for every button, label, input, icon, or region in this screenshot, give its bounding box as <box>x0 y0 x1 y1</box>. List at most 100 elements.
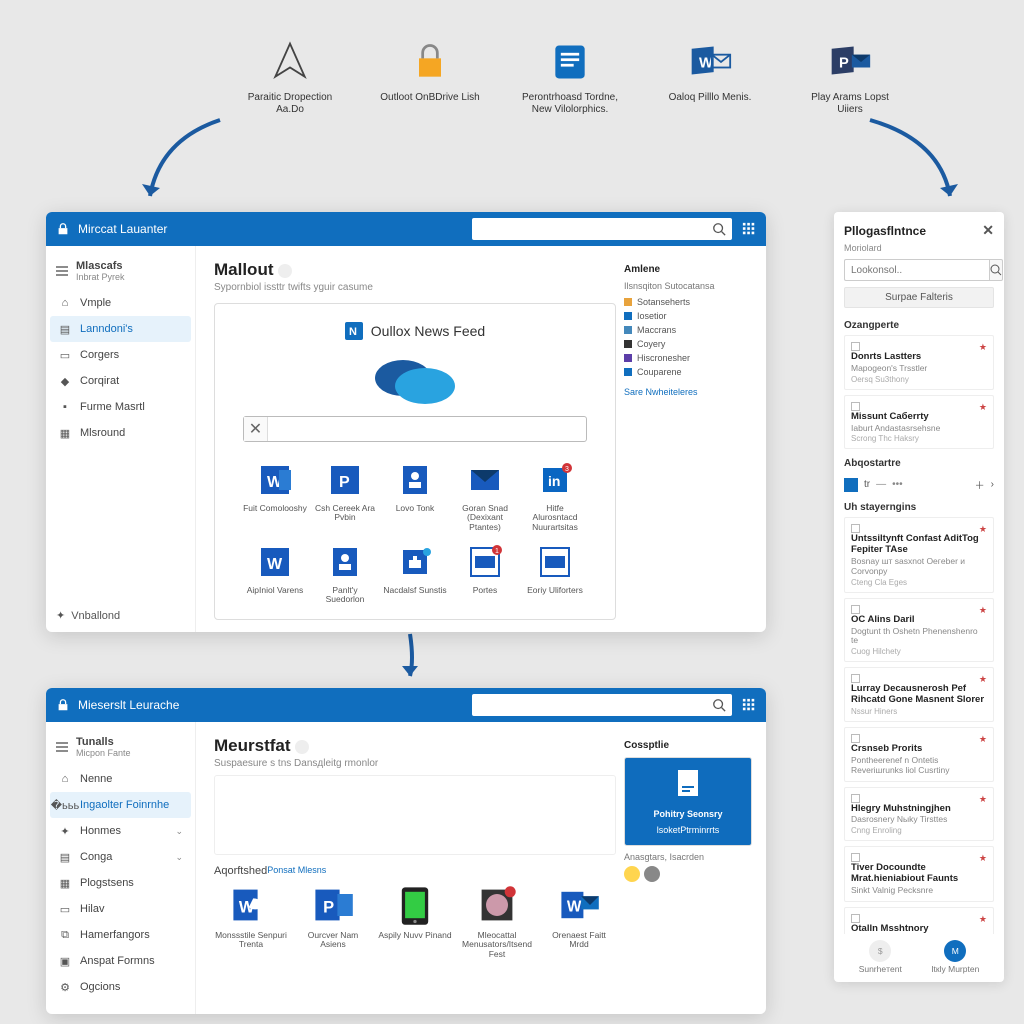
tile[interactable]: in3Hitfe Alurosntacd Nuurartsitas <box>523 460 587 532</box>
panel-row[interactable]: ★Missunt CaбеrrtyIaburt AndastasrsehsneS… <box>844 395 994 450</box>
top-icon-send[interactable]: Paraitic Dropection Aa.Do <box>240 40 340 116</box>
star-icon[interactable]: ★ <box>979 794 987 805</box>
aside-link[interactable]: Sare Nwheiteleres <box>624 387 752 397</box>
tile[interactable]: Lovo Tonk <box>383 460 447 532</box>
aside-panel: Amlene Ilsnsqiton Sutocatansa Sotansehеr… <box>616 260 766 618</box>
tile[interactable]: WAipIniol Varens <box>243 542 307 605</box>
star-icon[interactable]: ★ <box>979 402 987 413</box>
tool-plus-icon[interactable]: ＋ <box>975 477 985 492</box>
sidebar-item[interactable]: ⌂Vmple <box>50 290 191 316</box>
panel-row[interactable]: ★Otalln MsshtnoryOby Mi siCazrnomемShak … <box>844 907 994 934</box>
aside-card[interactable]: Pohitry Seonsry lsoketPtrminrrts <box>624 757 752 846</box>
panel-row[interactable]: ★Tiver Docoundte Mrat.hieniаbiout Faunts… <box>844 846 994 902</box>
aside-item[interactable]: Hiscroneshеr <box>624 351 752 365</box>
titlebar-search[interactable] <box>472 218 732 240</box>
star-icon[interactable]: ★ <box>979 342 987 353</box>
sidebar-item[interactable]: ⌂Nenne <box>50 766 191 792</box>
aside-item[interactable]: Массrans <box>624 323 752 337</box>
sidebar-item[interactable]: ▣Anspat Formns <box>50 948 191 974</box>
star-icon[interactable]: ★ <box>979 605 987 616</box>
tile[interactable]: 1Portes <box>453 542 517 605</box>
sidebar-item[interactable]: ▭Hilav <box>50 896 191 922</box>
checkbox[interactable] <box>851 853 860 862</box>
checkbox[interactable] <box>851 524 860 533</box>
checkbox[interactable] <box>851 402 860 411</box>
sidebar-bottom-label: Vnballond <box>71 610 120 622</box>
checkbox[interactable] <box>851 794 860 803</box>
panel-filter-pill[interactable]: Surpae Falteris <box>844 287 994 308</box>
panel-row[interactable]: ★Untssiltynft Сonfast AditTog Fepiter TA… <box>844 517 994 592</box>
star-icon[interactable]: ★ <box>979 674 987 685</box>
app-tile[interactable]: Mleocattal Menusators/Itsend Fest <box>460 883 534 959</box>
checkbox[interactable] <box>851 674 860 683</box>
top-icon-word[interactable]: W Oaloq Pilllo Menis. <box>660 40 760 116</box>
app-label: Orenaest Faitt Mrdd <box>542 931 616 950</box>
waffle-icon[interactable] <box>742 698 756 712</box>
checkbox[interactable] <box>851 734 860 743</box>
close-icon[interactable]: ✕ <box>982 222 994 239</box>
row-desc: Pontheerenef n Оntetis Reverішrunks liol… <box>851 756 987 776</box>
sidebar-bottom-item[interactable]: ✦Vnballond <box>56 609 120 622</box>
footer-button-b[interactable]: MItкlу Мurpten <box>931 940 979 974</box>
footer-button-a[interactable]: $Sunrheтent <box>859 940 902 974</box>
tool-sq-icon[interactable] <box>844 478 858 492</box>
sidebar-item[interactable]: ⧉Hamerfangors <box>50 922 191 948</box>
checkbox[interactable] <box>851 342 860 351</box>
titlebar-search[interactable] <box>472 694 732 716</box>
star-icon[interactable]: ★ <box>979 734 987 745</box>
star-icon[interactable]: ★ <box>979 914 987 925</box>
tile[interactable]: Eoriy Uliforters <box>523 542 587 605</box>
app-tile[interactable]: POurcver Nam Asiens <box>296 883 370 959</box>
top-icon-pub[interactable]: P Play Arams Lopst Uiiers <box>800 40 900 116</box>
aside-item[interactable]: Iosetior <box>624 309 752 323</box>
aside-item[interactable]: Couparene <box>624 365 752 379</box>
sidebar-item[interactable]: ◆Corqirat <box>50 368 191 394</box>
sidebar-header-title: Mlascafs <box>76 260 122 272</box>
tile[interactable]: PCsh Cereek Ara Pvbin <box>313 460 377 532</box>
sidebar-item[interactable]: ▤Conga⌄ <box>50 844 191 870</box>
tile[interactable]: WFuit Comolooshy <box>243 460 307 532</box>
sidebar-item[interactable]: ▦Mlsround <box>50 420 191 446</box>
waffle-icon[interactable] <box>742 222 756 236</box>
panel-search-input[interactable] <box>844 259 989 281</box>
publisher-mail-icon: P <box>828 40 872 84</box>
tile-icon <box>535 542 575 582</box>
panel-row[interactable]: ★Lurray Decausnerosh Pef Rihcatd Gonе Ma… <box>844 667 994 722</box>
sidebar-item[interactable]: �ьььIngaolter Foinrnhe <box>50 792 191 818</box>
sidebar-item-label: Mlsround <box>80 427 125 439</box>
top-icon-lock[interactable]: Outloot OnBDrive Lish <box>380 40 480 116</box>
top-icon-label: Paraitic Dropection Aa.Do <box>240 92 340 116</box>
clear-icon[interactable]: ✕ <box>244 417 268 441</box>
sidebar-item[interactable]: ▭Corgers <box>50 342 191 368</box>
panel-row[interactable]: ★Нlegry MuhstningjhenDasrosnery Nыky Tir… <box>844 787 994 842</box>
checkbox[interactable] <box>851 605 860 614</box>
app-tile[interactable]: WMonssstile Senpuri Trenta <box>214 883 288 959</box>
panel-search-button[interactable] <box>989 259 1003 281</box>
sidebar-item[interactable]: ▦Plogstsens <box>50 870 191 896</box>
panel-row[interactable]: ★Crsnseb ProritsPontheerenef n Оntetis R… <box>844 727 994 781</box>
aside-item[interactable]: Соуerу <box>624 337 752 351</box>
tile[interactable]: Goran Snad (Dexixant Ptantes) <box>453 460 517 532</box>
panel-row[interactable]: ★OC Alins DarilDogtunt th Оshetn Phenens… <box>844 598 994 662</box>
sidebar-item[interactable]: ▪Furme Masrtl <box>50 394 191 420</box>
sidebar-item[interactable]: ⚙Ogcions <box>50 974 191 1000</box>
aside-item[interactable]: Sotansehеrts <box>624 295 752 309</box>
star-icon[interactable]: ★ <box>979 524 987 535</box>
checkbox[interactable] <box>851 914 860 923</box>
nav-icon: ▣ <box>58 954 72 968</box>
app-tile[interactable]: WOrenaest Faitt Mrdd <box>542 883 616 959</box>
sidebar-item[interactable]: ✦Honmes⌄ <box>50 818 191 844</box>
section-link[interactable]: Ponsat Mlesns <box>267 865 326 877</box>
sidebar-item-label: Hamerfangors <box>80 929 150 941</box>
app-tile[interactable]: Aspily Nuvv Pinand <box>378 883 452 959</box>
tile[interactable]: Panlt'y Suedorlon <box>313 542 377 605</box>
sidebar-item[interactable]: ▤Lanndoni's <box>50 316 191 342</box>
feed-search-input[interactable] <box>268 423 586 435</box>
star-icon[interactable]: ★ <box>979 853 987 864</box>
feed-search[interactable]: ✕ <box>243 416 587 442</box>
top-icon-doc[interactable]: Perontrhoasd Tordne, New Vilolorphics. <box>520 40 620 116</box>
chevron-right-icon[interactable]: › <box>991 479 994 490</box>
panel-row[interactable]: ★Donrts LasttеrsMapogeon's TrsstlerOersq… <box>844 335 994 390</box>
sidebar-header: Mlascafs Inbrat Pyrek <box>54 260 187 282</box>
tile[interactable]: Nacdalsf Sunstis <box>383 542 447 605</box>
